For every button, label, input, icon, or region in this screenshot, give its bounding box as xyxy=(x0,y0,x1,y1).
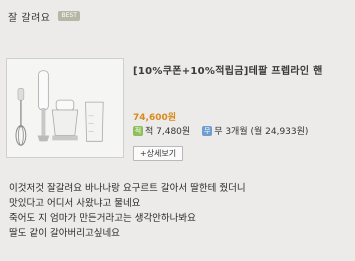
comment-line: 이것저것 잘갈려요 바나나랑 요구르트 갈아서 딸한테 줬더니 xyxy=(9,183,246,194)
review-title: 잘 갈려요 xyxy=(8,12,51,24)
points-value: 적 7,480원 xyxy=(145,127,191,137)
comment-line: 딸도 같이 갈아버리고싶네요 xyxy=(9,228,120,239)
points-icon: 적 xyxy=(133,125,143,136)
review-comment: 이것저것 잘갈려요 바나나랑 요구르트 갈아서 딸한테 줬더니 맛있다고 어디서… xyxy=(9,181,246,241)
installment-value: 무 3개월 (월 24,933원) xyxy=(214,127,309,137)
view-details-button[interactable]: +상세보기 xyxy=(133,146,183,161)
comment-line: 맛있다고 어디서 사왔냐고 물네요 xyxy=(9,198,141,209)
hand-blender-set-photo-icon xyxy=(7,59,123,157)
review-header: 잘 갈려요 BEST xyxy=(8,8,80,24)
comment-line: 죽어도 지 엄마가 만든거라고는 생각안하나봐요 xyxy=(9,213,196,224)
installment-icon: 무 xyxy=(202,125,213,136)
product-image[interactable] xyxy=(6,58,124,158)
best-badge: BEST xyxy=(58,11,80,21)
product-name[interactable]: [10%쿠폰+10%적립금]테팔 프렙라인 핸 xyxy=(133,62,353,77)
benefit-row: 적 적 7,480원 무 무 3개월 (월 24,933원) xyxy=(133,124,308,137)
product-price: 74,600원 xyxy=(133,113,177,123)
